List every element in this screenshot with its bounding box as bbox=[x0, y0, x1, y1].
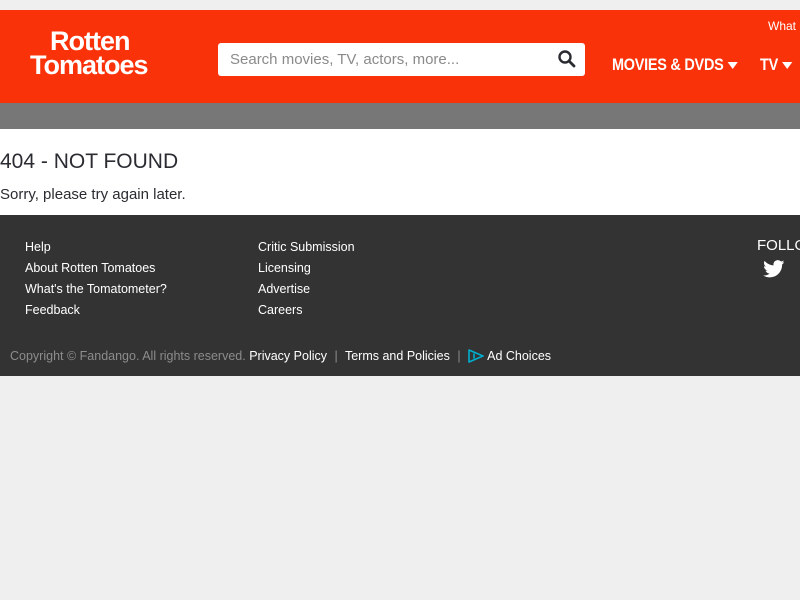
ad-choices-link[interactable]: Ad Choices bbox=[468, 349, 551, 363]
ad-choices-label: Ad Choices bbox=[487, 349, 552, 363]
legal-bar: Copyright © Fandango. All rights reserve… bbox=[10, 349, 551, 363]
nav-tv[interactable]: TV bbox=[760, 55, 793, 75]
nav-tv-label: TV bbox=[760, 55, 778, 74]
legal-separator: | bbox=[457, 349, 461, 363]
footer-column-1: Help About Rotten Tomatoes What's the To… bbox=[25, 237, 167, 321]
rotten-tomatoes-logo[interactable]: Rotten Tomatoes bbox=[30, 28, 200, 80]
follow-us-heading: FOLLO bbox=[757, 237, 800, 254]
adchoices-icon bbox=[468, 349, 484, 363]
search-icon[interactable] bbox=[557, 49, 577, 69]
search-input[interactable] bbox=[218, 43, 538, 76]
sub-navigation-bar bbox=[0, 103, 800, 129]
logo-text-line2: Tomatoes bbox=[30, 50, 149, 80]
site-footer: Help About Rotten Tomatoes What's the To… bbox=[0, 215, 800, 376]
footer-link-about[interactable]: About Rotten Tomatoes bbox=[25, 258, 167, 279]
nav-movies-dvds[interactable]: MOVIES & DVDS bbox=[612, 55, 738, 75]
footer-link-careers[interactable]: Careers bbox=[258, 300, 355, 321]
footer-link-advertise[interactable]: Advertise bbox=[258, 279, 355, 300]
twitter-icon[interactable] bbox=[763, 260, 785, 278]
footer-link-help[interactable]: Help bbox=[25, 237, 167, 258]
search-box bbox=[218, 43, 585, 76]
footer-column-2: Critic Submission Licensing Advertise Ca… bbox=[258, 237, 355, 321]
legal-separator: | bbox=[334, 349, 338, 363]
chevron-down-icon bbox=[727, 62, 738, 70]
page-background bbox=[0, 376, 800, 600]
top-strip bbox=[0, 0, 800, 10]
footer-link-licensing[interactable]: Licensing bbox=[258, 258, 355, 279]
top-utility-link[interactable]: What bbox=[768, 19, 796, 33]
footer-link-critic-submission[interactable]: Critic Submission bbox=[258, 237, 355, 258]
nav-movies-dvds-label: MOVIES & DVDS bbox=[612, 55, 724, 74]
error-message: Sorry, please try again later. bbox=[0, 186, 186, 203]
main-content: 404 - NOT FOUND Sorry, please try again … bbox=[0, 129, 800, 215]
terms-policies-link[interactable]: Terms and Policies bbox=[345, 349, 450, 363]
copyright-text: Copyright © Fandango. All rights reserve… bbox=[10, 349, 246, 363]
footer-link-feedback[interactable]: Feedback bbox=[25, 300, 167, 321]
footer-link-tomatometer[interactable]: What's the Tomatometer? bbox=[25, 279, 167, 300]
page-title: 404 - NOT FOUND bbox=[0, 150, 179, 173]
site-header: Rotten Tomatoes MOVIES & DVDS TV What bbox=[0, 10, 800, 103]
chevron-down-icon bbox=[782, 62, 793, 70]
privacy-policy-link[interactable]: Privacy Policy bbox=[249, 349, 327, 363]
